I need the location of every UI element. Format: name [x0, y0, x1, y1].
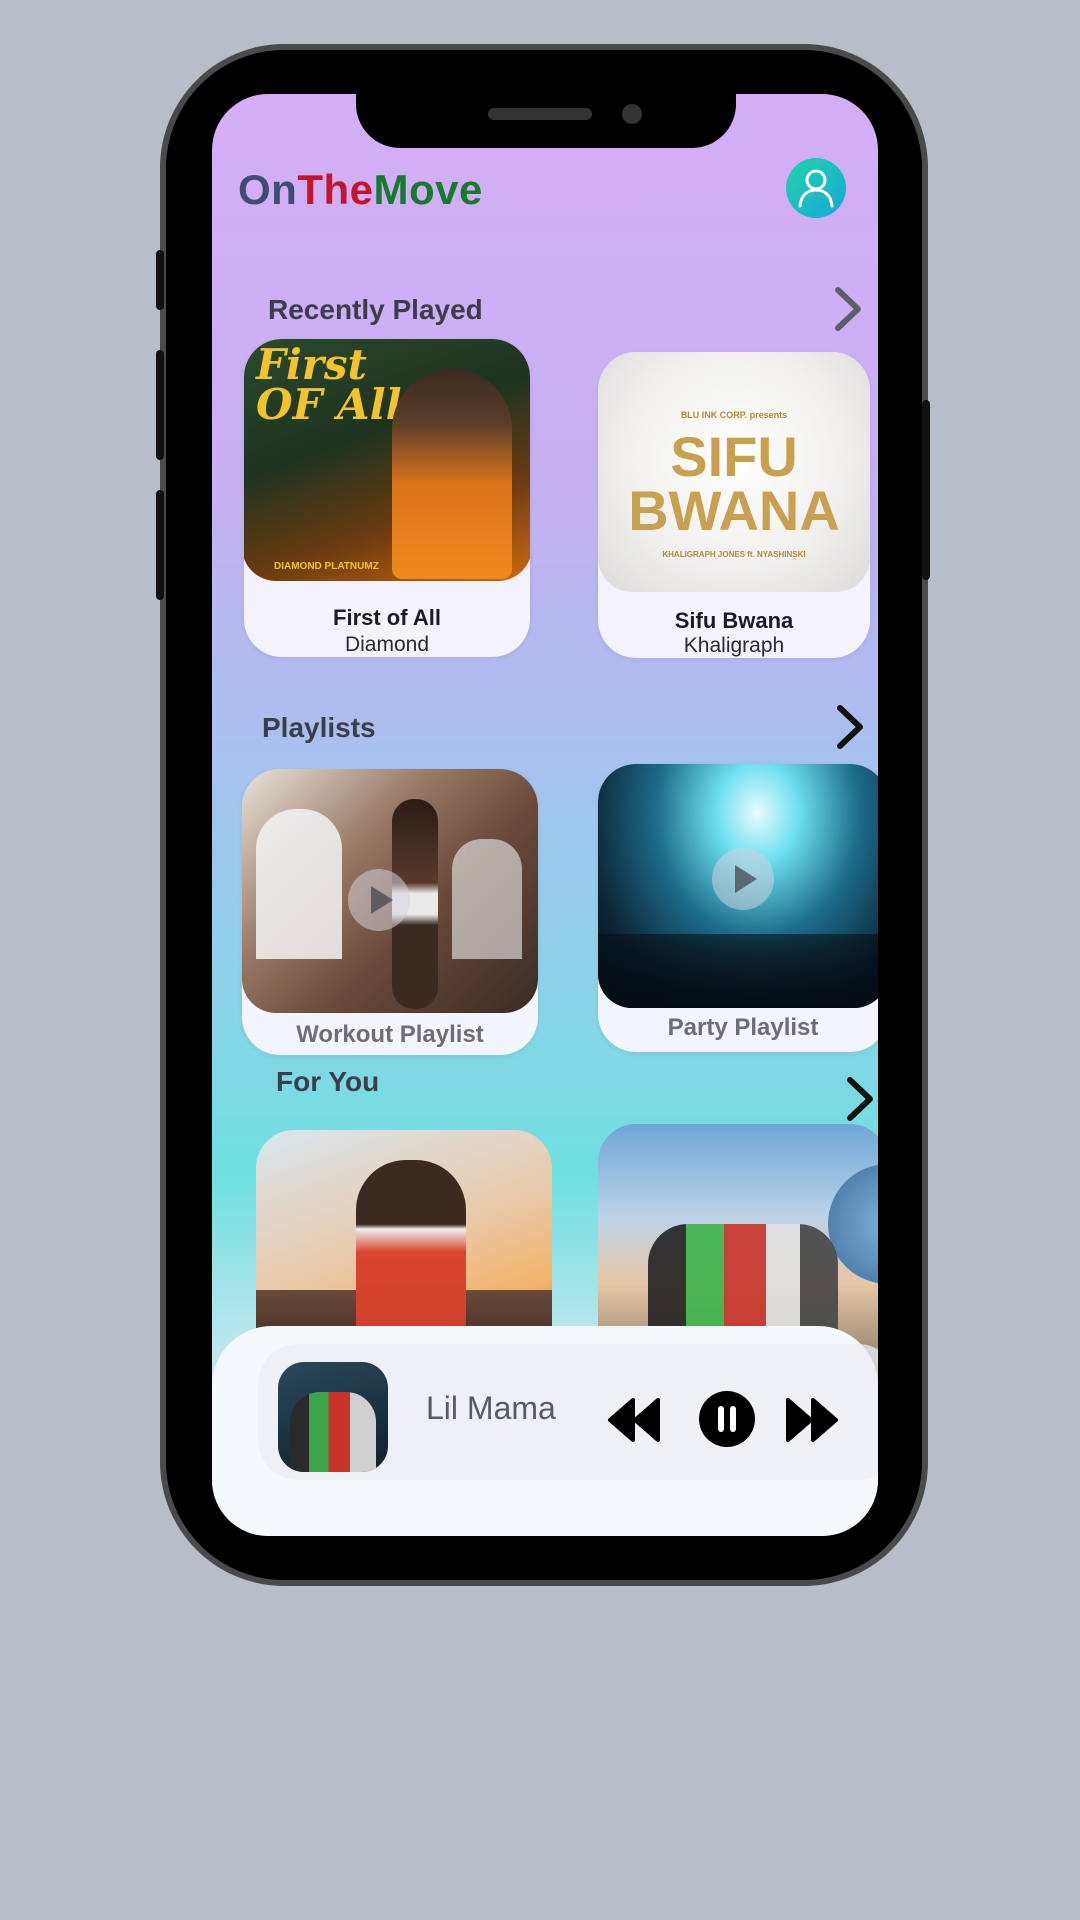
art-title-text: First OF All	[256, 340, 402, 429]
window-shape	[452, 839, 522, 959]
artist-name: Khaligraph	[683, 634, 785, 657]
recent-card-first-of-all[interactable]: First OF All DIAMOND PLATNUMZ First of A…	[244, 339, 530, 657]
volume-down-button	[156, 490, 164, 600]
phone-frame: OnTheMove Recently Played First OF All D…	[156, 50, 930, 1580]
play-icon[interactable]	[348, 869, 410, 931]
song-title: First of All	[333, 605, 441, 630]
volume-up-button	[156, 350, 164, 460]
art-main-text: SIFU BWANA	[598, 425, 870, 542]
playlists-title: Playlists	[262, 712, 376, 743]
album-art-first-of-all: First OF All DIAMOND PLATNUMZ	[244, 339, 530, 581]
mute-switch	[156, 250, 164, 310]
playlist-art-workout	[242, 769, 538, 1013]
app-logo: OnTheMove	[238, 166, 483, 214]
art-caption: DIAMOND PLATNUMZ	[274, 561, 379, 572]
song-title: Sifu Bwana	[674, 608, 794, 633]
recently-played-title: Recently Played	[268, 294, 483, 325]
window-shape	[256, 809, 342, 959]
art-figures	[290, 1392, 376, 1472]
now-playing-title: Lil Mama	[426, 1390, 556, 1426]
now-playing-art[interactable]	[278, 1362, 388, 1472]
chevron-right-icon[interactable]	[830, 702, 870, 752]
crowd-silhouette	[598, 934, 878, 1008]
play-icon[interactable]	[712, 848, 774, 910]
art-main-line1: SIFU	[670, 425, 798, 488]
profile-avatar-button[interactable]	[786, 158, 846, 218]
playlist-label: Party Playlist	[667, 1014, 819, 1041]
speaker-grille	[488, 108, 592, 120]
chevron-right-icon[interactable]	[840, 1074, 878, 1124]
rewind-icon[interactable]	[606, 1396, 662, 1444]
art-caption: KHALIGRAPH JONES ft. NYASHINSKI	[662, 550, 806, 559]
artist-figure	[392, 369, 512, 579]
recent-card-sifu-bwana[interactable]: BLU INK CORP. presents SIFU BWANA KHALIG…	[598, 352, 870, 658]
pause-icon[interactable]	[698, 1390, 756, 1448]
power-button	[922, 400, 930, 580]
phone-notch	[356, 94, 736, 148]
art-main-line2: BWANA	[628, 479, 840, 542]
playlist-card-party[interactable]: Party Playlist	[598, 764, 878, 1052]
logo-the: The	[297, 166, 374, 213]
fast-forward-icon[interactable]	[784, 1396, 840, 1444]
playlist-card-workout[interactable]: Workout Playlist	[242, 769, 538, 1055]
user-icon	[798, 169, 834, 208]
front-camera	[622, 104, 642, 124]
playlist-label: Workout Playlist	[296, 1021, 484, 1048]
playlist-art-party	[598, 764, 878, 1008]
album-art-sifu-bwana: BLU INK CORP. presents SIFU BWANA KHALIG…	[598, 352, 870, 592]
logo-on: On	[238, 166, 298, 213]
logo-move: Move	[373, 166, 483, 213]
chevron-right-icon[interactable]	[828, 284, 868, 334]
art-presenter: BLU INK CORP. presents	[680, 410, 788, 420]
app-screen: OnTheMove Recently Played First OF All D…	[212, 94, 878, 1536]
for-you-title: For You	[276, 1066, 380, 1097]
artist-name: Diamond	[344, 633, 430, 656]
